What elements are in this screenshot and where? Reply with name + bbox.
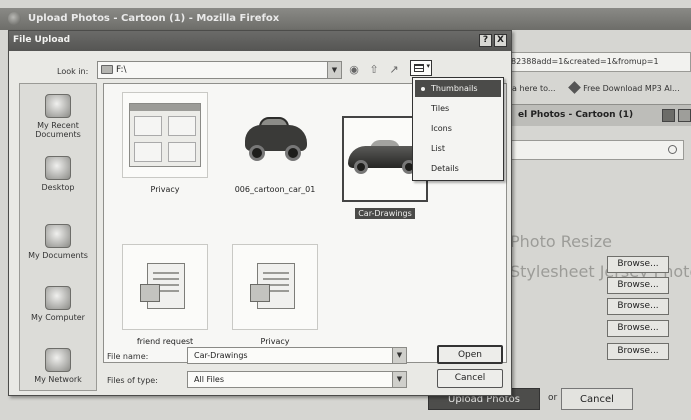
- back-icon[interactable]: ◉: [347, 63, 361, 77]
- file-upload-dialog: File Upload ? X Look in: F:\ ▼ ◉ ⇧ ↗ ▾ M…: [8, 30, 512, 396]
- browse-button[interactable]: Browse...: [607, 298, 669, 315]
- help-button[interactable]: ?: [479, 34, 492, 47]
- address-text: 82388add=1&created=1&fromup=1: [511, 57, 659, 66]
- recent-documents-icon: [45, 94, 71, 118]
- file-item[interactable]: Privacy: [118, 92, 212, 195]
- document-preview: [129, 103, 201, 167]
- window-title: Upload Photos - Cartoon (1) - Mozilla Fi…: [28, 13, 280, 24]
- car-wheel: [249, 145, 265, 161]
- file-name: 006_cartoon_car_01: [234, 185, 316, 194]
- place-desktop[interactable]: Desktop: [20, 156, 96, 192]
- menu-item-thumbnails[interactable]: Thumbnails: [415, 80, 501, 97]
- file-type-label: Files of type:: [107, 376, 158, 385]
- car-wheel: [285, 145, 301, 161]
- browse-button[interactable]: Browse...: [607, 343, 669, 360]
- places-bar: My Recent Documents Desktop My Documents…: [19, 83, 97, 391]
- my-computer-icon: [45, 286, 71, 310]
- my-network-icon: [45, 348, 71, 372]
- place-label: My Documents: [28, 251, 88, 260]
- views-button[interactable]: ▾: [410, 60, 432, 76]
- chevron-down-icon[interactable]: ▼: [327, 62, 341, 78]
- look-in-value: F:\: [116, 65, 127, 75]
- selected-bullet-icon: [421, 87, 425, 91]
- tab-close-icon[interactable]: [678, 109, 691, 122]
- file-item[interactable]: 006_cartoon_car_01: [228, 92, 322, 195]
- file-item[interactable]: Privacy: [228, 244, 322, 347]
- address-bar[interactable]: 82388add=1&created=1&fromup=1: [504, 52, 691, 72]
- file-type-dropdown[interactable]: All Files ▼: [187, 371, 407, 388]
- menu-item-details[interactable]: Details: [415, 160, 501, 177]
- dialog-cancel-button[interactable]: Cancel: [437, 369, 503, 388]
- browse-button[interactable]: Browse...: [607, 256, 669, 273]
- browser-tab[interactable]: el Photos - Cartoon (1): [504, 104, 691, 126]
- tab-list-icon[interactable]: [662, 109, 675, 122]
- or-text: or: [548, 393, 558, 403]
- chevron-down-icon[interactable]: ▼: [392, 372, 406, 387]
- firefox-titlebar: Upload Photos - Cartoon (1) - Mozilla Fi…: [0, 8, 691, 30]
- file-name: friend request: [136, 337, 194, 346]
- desktop-icon: [45, 156, 71, 180]
- menu-item-tiles[interactable]: Tiles: [415, 100, 501, 117]
- file-type-value: All Files: [194, 375, 225, 384]
- file-name: Privacy: [150, 185, 180, 194]
- file-thumbnail: [232, 92, 318, 178]
- views-menu: Thumbnails Tiles Icons List Details: [412, 77, 504, 181]
- menu-label: List: [431, 144, 445, 153]
- place-label: Documents: [35, 130, 81, 139]
- file-name-label: File name:: [107, 352, 149, 361]
- folder-icon: [101, 65, 113, 74]
- bookmark-item[interactable]: a here to...: [512, 84, 556, 93]
- file-thumbnail: [232, 244, 318, 330]
- file-name: Privacy: [260, 337, 290, 346]
- place-recent-documents[interactable]: My Recent Documents: [20, 94, 96, 139]
- menu-label: Thumbnails: [431, 84, 478, 93]
- place-my-network[interactable]: My Network: [20, 348, 96, 384]
- dialog-titlebar: File Upload ? X: [9, 31, 511, 51]
- page-cancel-button[interactable]: Cancel: [561, 388, 633, 410]
- car-wheel: [354, 160, 368, 174]
- place-label: My Network: [34, 375, 82, 384]
- download-icon: [568, 81, 581, 94]
- browse-button[interactable]: Browse...: [607, 277, 669, 294]
- page-heading: Photo Resize: [510, 232, 612, 251]
- look-in-label: Look in:: [57, 67, 89, 76]
- document-icon: [250, 263, 295, 309]
- menu-label: Icons: [431, 124, 452, 133]
- close-button[interactable]: X: [494, 34, 507, 47]
- file-thumbnail: [122, 92, 208, 178]
- new-folder-icon[interactable]: ↗: [387, 63, 401, 77]
- file-item[interactable]: friend request: [118, 244, 212, 347]
- firefox-icon: [8, 12, 21, 25]
- place-label: Desktop: [41, 183, 75, 192]
- place-label: My Recent: [37, 121, 79, 130]
- open-button[interactable]: Open: [437, 345, 503, 364]
- file-name: Car-Drawings: [355, 208, 415, 219]
- place-label: My Computer: [31, 313, 85, 322]
- chevron-down-icon: ▾: [426, 62, 430, 70]
- bookmark-item[interactable]: Free Download MP3 Al...: [583, 84, 680, 93]
- chevron-down-icon[interactable]: ▼: [392, 348, 406, 363]
- file-thumbnail: [122, 244, 208, 330]
- look-in-dropdown[interactable]: F:\ ▼: [97, 61, 342, 79]
- place-my-documents[interactable]: My Documents: [20, 224, 96, 260]
- my-documents-icon: [45, 224, 71, 248]
- menu-item-list[interactable]: List: [415, 140, 501, 157]
- menu-label: Tiles: [431, 104, 450, 113]
- place-my-computer[interactable]: My Computer: [20, 286, 96, 322]
- menu-label: Details: [431, 164, 459, 173]
- views-icon: [414, 64, 424, 72]
- up-folder-icon[interactable]: ⇧: [367, 63, 381, 77]
- menu-item-icons[interactable]: Icons: [415, 120, 501, 137]
- browse-button[interactable]: Browse...: [607, 320, 669, 337]
- dialog-title: File Upload: [13, 35, 71, 45]
- file-name-value: Car-Drawings: [194, 351, 248, 360]
- tab-title: el Photos - Cartoon (1): [518, 110, 634, 120]
- bookmarks-toolbar: a here to... Free Download MP3 Al...: [504, 78, 691, 98]
- file-name-input[interactable]: Car-Drawings ▼: [187, 347, 407, 364]
- search-icon[interactable]: [668, 145, 677, 154]
- document-icon: [140, 263, 185, 309]
- search-field[interactable]: [504, 140, 684, 160]
